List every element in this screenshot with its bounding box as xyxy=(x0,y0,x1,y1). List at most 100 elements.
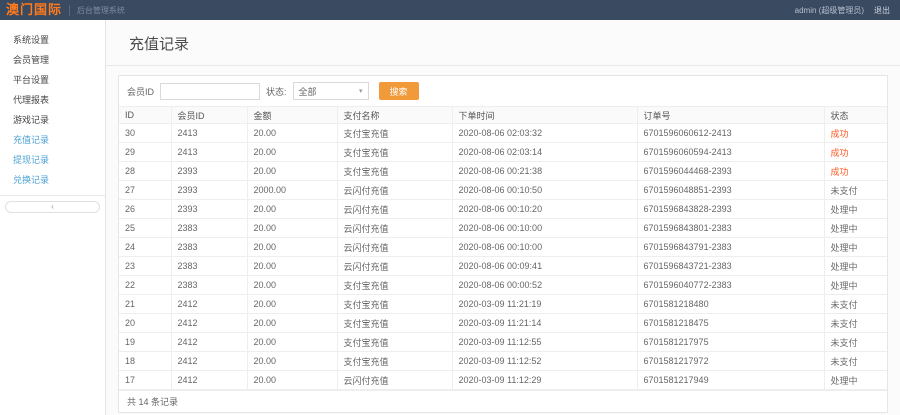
sidebar-item[interactable]: 游戏记录 xyxy=(0,110,105,130)
cell-id: 20 xyxy=(119,314,171,333)
table-row: 23238320.00云闪付充值2020-08-06 00:09:4167015… xyxy=(119,257,887,276)
cell-order_time: 2020-03-09 11:21:19 xyxy=(452,295,637,314)
cell-id: 27 xyxy=(119,181,171,200)
page-title: 充值记录 xyxy=(106,20,900,66)
cell-pay_name: 支付宝充值 xyxy=(337,162,452,181)
cell-status: 处理中 xyxy=(824,219,887,238)
cell-member_id: 2413 xyxy=(171,143,247,162)
cell-status: 未支付 xyxy=(824,295,887,314)
sidebar-item[interactable]: 兑换记录 xyxy=(0,170,105,190)
column-header-id: ID xyxy=(119,107,171,124)
cell-id: 17 xyxy=(119,371,171,390)
cell-order_no: 6701596843721-2383 xyxy=(637,257,824,276)
cell-amount: 20.00 xyxy=(247,238,337,257)
cell-id: 30 xyxy=(119,124,171,143)
column-header-order_no: 订单号 xyxy=(637,107,824,124)
cell-order_no: 6701596040772-2383 xyxy=(637,276,824,295)
cell-order_no: 6701596060594-2413 xyxy=(637,143,824,162)
member-id-input[interactable] xyxy=(160,83,260,100)
cell-order_no: 6701596048851-2393 xyxy=(637,181,824,200)
column-header-status: 状态 xyxy=(824,107,887,124)
sidebar-item[interactable]: 代理报表 xyxy=(0,90,105,110)
cell-amount: 20.00 xyxy=(247,276,337,295)
cell-order_time: 2020-03-09 11:12:29 xyxy=(452,371,637,390)
table-row: 26239320.00云闪付充值2020-08-06 00:10:2067015… xyxy=(119,200,887,219)
table-row: 2723932000.00云闪付充值2020-08-06 00:10:50670… xyxy=(119,181,887,200)
cell-order_time: 2020-08-06 00:10:20 xyxy=(452,200,637,219)
cell-status: 未支付 xyxy=(824,352,887,371)
cell-amount: 20.00 xyxy=(247,371,337,390)
cell-order_time: 2020-08-06 00:21:38 xyxy=(452,162,637,181)
page-layout: 系统设置会员管理平台设置代理报表游戏记录充值记录提现记录兑换记录 ‹ 充值记录 … xyxy=(0,20,900,415)
cell-order_time: 2020-08-06 00:10:50 xyxy=(452,181,637,200)
records-card: 会员ID 状态: 全部 ▾ 搜索 ID会员ID金额支付名称下单时间订单号状态 3… xyxy=(118,75,888,413)
cell-id: 18 xyxy=(119,352,171,371)
cell-order_no: 6701596843791-2383 xyxy=(637,238,824,257)
current-user-label: admin (超级管理员) xyxy=(795,5,864,16)
chevron-left-icon: ‹ xyxy=(51,202,54,211)
cell-amount: 20.00 xyxy=(247,124,337,143)
cell-order_no: 6701581218475 xyxy=(637,314,824,333)
sidebar-collapse-button[interactable]: ‹ xyxy=(5,201,100,213)
cell-member_id: 2413 xyxy=(171,124,247,143)
table-head: ID会员ID金额支付名称下单时间订单号状态 xyxy=(119,107,887,124)
status-select[interactable]: 全部 ▾ xyxy=(293,82,369,100)
cell-status: 成功 xyxy=(824,143,887,162)
cell-amount: 20.00 xyxy=(247,143,337,162)
table-row: 22238320.00支付宝充值2020-08-06 00:00:5267015… xyxy=(119,276,887,295)
cell-status: 成功 xyxy=(824,162,887,181)
sidebar-item[interactable]: 提现记录 xyxy=(0,150,105,170)
cell-amount: 20.00 xyxy=(247,162,337,181)
column-header-amount: 金额 xyxy=(247,107,337,124)
table-row: 17241220.00云闪付充值2020-03-09 11:12:2967015… xyxy=(119,371,887,390)
sidebar-item[interactable]: 会员管理 xyxy=(0,50,105,70)
cell-id: 19 xyxy=(119,333,171,352)
cell-member_id: 2412 xyxy=(171,371,247,390)
sidebar-item[interactable]: 充值记录 xyxy=(0,130,105,150)
table-header-row: ID会员ID金额支付名称下单时间订单号状态 xyxy=(119,107,887,124)
cell-member_id: 2412 xyxy=(171,333,247,352)
app-subtitle: 后台管理系统 xyxy=(77,5,125,16)
table-row: 24238320.00云闪付充值2020-08-06 00:10:0067015… xyxy=(119,238,887,257)
cell-member_id: 2383 xyxy=(171,238,247,257)
cell-order_no: 6701581217949 xyxy=(637,371,824,390)
column-header-order_time: 下单时间 xyxy=(452,107,637,124)
filter-bar: 会员ID 状态: 全部 ▾ 搜索 xyxy=(119,76,887,106)
cell-amount: 20.00 xyxy=(247,333,337,352)
cell-id: 23 xyxy=(119,257,171,276)
cell-status: 未支付 xyxy=(824,181,887,200)
cell-order_no: 6701581218480 xyxy=(637,295,824,314)
cell-id: 24 xyxy=(119,238,171,257)
header-user-area: admin (超级管理员) 退出 xyxy=(795,5,890,16)
logo-divider: | xyxy=(68,4,71,16)
cell-id: 21 xyxy=(119,295,171,314)
sidebar-item[interactable]: 平台设置 xyxy=(0,70,105,90)
member-id-label: 会员ID xyxy=(127,85,154,98)
status-select-value: 全部 xyxy=(299,85,317,98)
cell-pay_name: 支付宝充值 xyxy=(337,295,452,314)
cell-pay_name: 云闪付充值 xyxy=(337,219,452,238)
cell-order_no: 6701596843828-2393 xyxy=(637,200,824,219)
cell-status: 处理中 xyxy=(824,200,887,219)
logout-link[interactable]: 退出 xyxy=(874,5,890,16)
cell-status: 成功 xyxy=(824,124,887,143)
cell-order_time: 2020-08-06 02:03:32 xyxy=(452,124,637,143)
cell-pay_name: 支付宝充值 xyxy=(337,314,452,333)
status-label: 状态: xyxy=(266,85,287,98)
cell-amount: 20.00 xyxy=(247,219,337,238)
cell-status: 处理中 xyxy=(824,276,887,295)
cell-order_no: 6701581217975 xyxy=(637,333,824,352)
cell-order_no: 6701596044468-2393 xyxy=(637,162,824,181)
records-table: ID会员ID金额支付名称下单时间订单号状态 30241320.00支付宝充值20… xyxy=(119,106,887,390)
cell-member_id: 2412 xyxy=(171,352,247,371)
cell-amount: 20.00 xyxy=(247,295,337,314)
cell-id: 26 xyxy=(119,200,171,219)
cell-id: 28 xyxy=(119,162,171,181)
cell-status: 处理中 xyxy=(824,238,887,257)
sidebar-item[interactable]: 系统设置 xyxy=(0,30,105,50)
cell-pay_name: 支付宝充值 xyxy=(337,333,452,352)
cell-id: 25 xyxy=(119,219,171,238)
cell-pay_name: 支付宝充值 xyxy=(337,143,452,162)
main-content: 充值记录 会员ID 状态: 全部 ▾ 搜索 ID会员ID金额支付名称下单时间订单… xyxy=(106,20,900,415)
search-button[interactable]: 搜索 xyxy=(379,82,419,100)
